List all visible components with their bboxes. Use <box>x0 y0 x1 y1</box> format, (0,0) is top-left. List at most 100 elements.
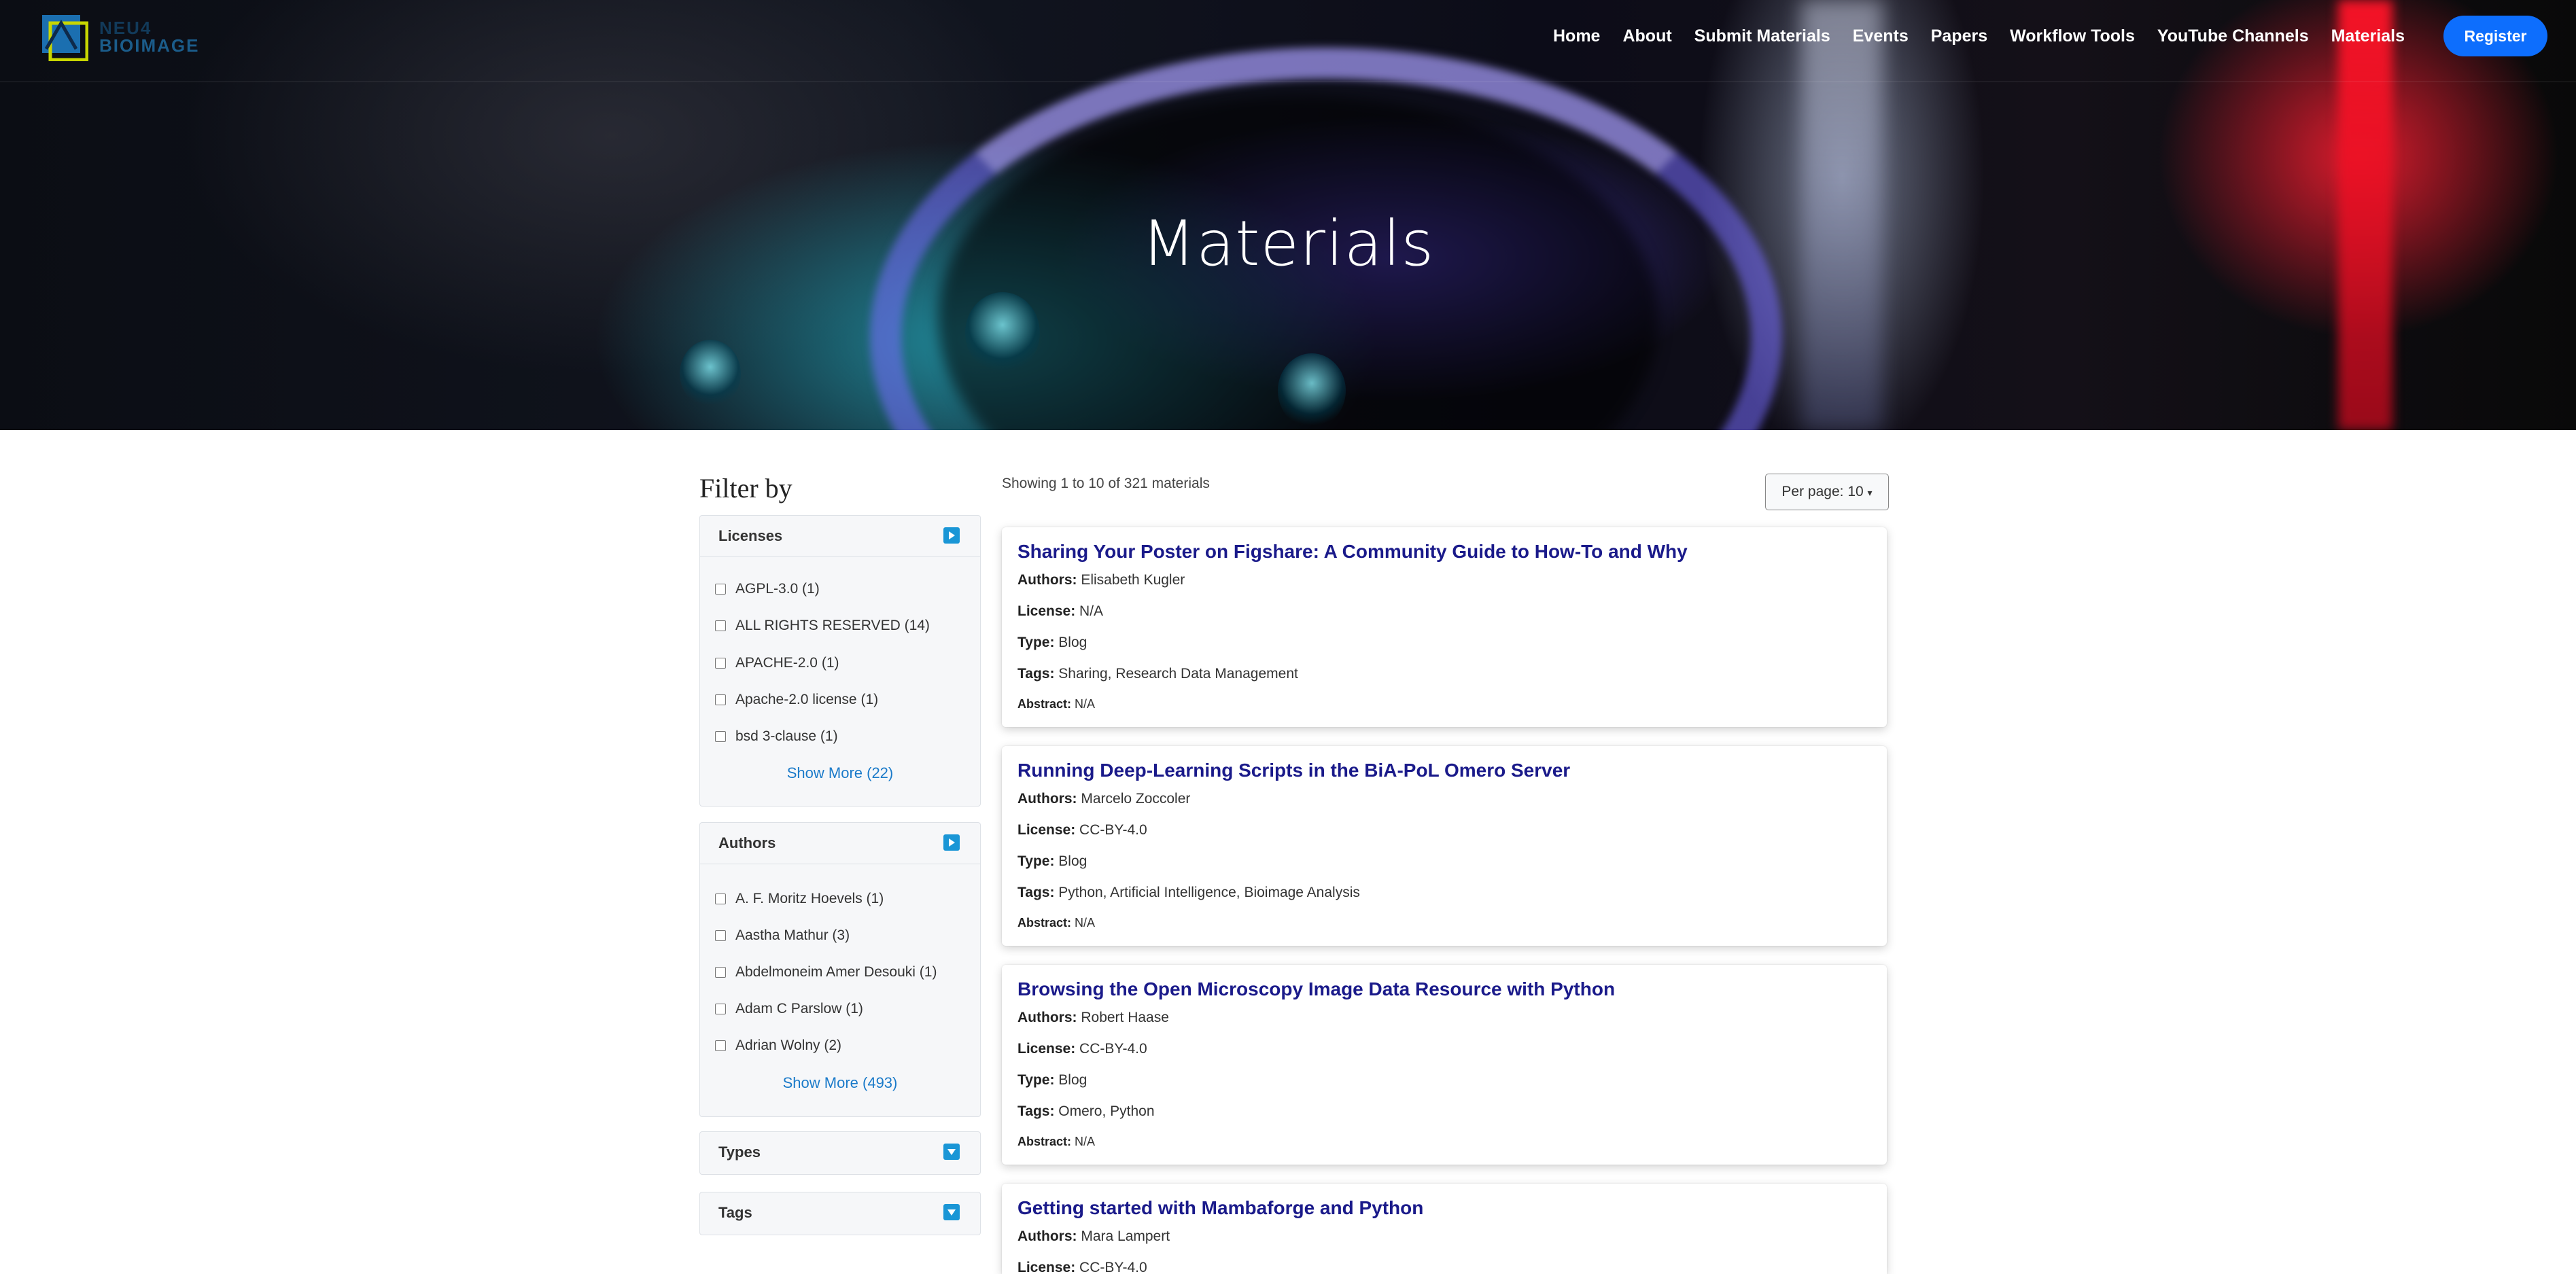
filter-option[interactable]: Apache-2.0 license (1) <box>715 692 878 708</box>
top-navbar: NEU4 BIOIMAGE Home About Submit Material… <box>0 0 2576 82</box>
nav-materials[interactable]: Materials <box>2331 24 2405 48</box>
site-logo[interactable]: NEU4 BIOIMAGE <box>41 14 201 61</box>
expand-right-icon[interactable] <box>943 834 960 851</box>
filter-option-label: APACHE-2.0 (1) <box>735 655 839 671</box>
logo-icon <box>42 15 88 61</box>
nav-events[interactable]: Events <box>1853 24 1909 48</box>
field-abstract: Abstract: N/A <box>1017 697 1095 711</box>
filter-header-authors[interactable]: Authors <box>700 823 980 864</box>
checkbox[interactable] <box>715 731 726 742</box>
nav-links: Home About Submit Materials Events Paper… <box>1531 24 2405 48</box>
register-button[interactable]: Register <box>2443 16 2547 56</box>
checkbox[interactable] <box>715 930 726 941</box>
field-value: Sharing, Research Data Management <box>1058 666 1298 682</box>
field-value: N/A <box>1075 916 1096 930</box>
caret-down-icon: ▾ <box>1867 487 1873 498</box>
checkbox[interactable] <box>715 620 726 631</box>
field-value: Robert Haase <box>1081 1010 1169 1025</box>
field-authors: Authors: Mara Lampert <box>1017 1228 1170 1245</box>
field-value: Blog <box>1058 853 1087 869</box>
filter-option-label: Adrian Wolny (2) <box>735 1038 842 1053</box>
nav-home[interactable]: Home <box>1553 24 1600 48</box>
filter-option[interactable]: Adrian Wolny (2) <box>715 1038 841 1054</box>
field-value: Marcelo Zoccoler <box>1081 791 1191 807</box>
field-label: Type: <box>1017 1072 1055 1088</box>
field-value: Omero, Python <box>1058 1103 1155 1119</box>
field-value: Blog <box>1058 1072 1087 1088</box>
nav-about[interactable]: About <box>1622 24 1671 48</box>
field-type: Type: Blog <box>1017 1072 1087 1089</box>
field-label: Type: <box>1017 853 1055 869</box>
filter-header-types[interactable]: Types <box>700 1132 980 1173</box>
filter-option-label: bsd 3-clause (1) <box>735 728 838 744</box>
filter-option[interactable]: Abdelmoneim Amer Desouki (1) <box>715 964 937 980</box>
filter-option[interactable]: APACHE-2.0 (1) <box>715 655 839 671</box>
filter-option-label: Apache-2.0 license (1) <box>735 692 879 707</box>
material-card: Sharing Your Poster on Figshare: A Commu… <box>1002 527 1887 727</box>
expand-down-icon[interactable] <box>943 1204 960 1220</box>
filter-option[interactable]: Adam C Parslow (1) <box>715 1001 863 1017</box>
field-value: N/A <box>1079 603 1104 619</box>
filter-panel-authors: Authors A. F. Moritz Hoevels (1) Aastha … <box>699 822 981 1117</box>
nav-papers[interactable]: Papers <box>1931 24 1987 48</box>
field-label: Abstract: <box>1017 916 1072 930</box>
filter-panel-licenses: Licenses AGPL-3.0 (1) ALL RIGHTS RESERVE… <box>699 515 981 807</box>
field-abstract: Abstract: N/A <box>1017 1135 1095 1149</box>
filter-heading: Tags <box>718 1204 752 1221</box>
filter-title: Filter by <box>699 473 793 503</box>
results-summary: Showing 1 to 10 of 321 materials <box>1002 476 1210 491</box>
filter-option[interactable]: Aastha Mathur (3) <box>715 927 850 944</box>
nav-submit-materials[interactable]: Submit Materials <box>1694 24 1830 48</box>
field-label: License: <box>1017 603 1076 619</box>
field-label: Tags: <box>1017 666 1055 682</box>
material-card: Running Deep-Learning Scripts in the BiA… <box>1002 746 1887 946</box>
filter-header-tags[interactable]: Tags <box>700 1192 980 1233</box>
field-label: Type: <box>1017 635 1055 650</box>
checkbox[interactable] <box>715 967 726 978</box>
checkbox[interactable] <box>715 584 726 595</box>
filter-panel-types[interactable]: Types <box>699 1131 981 1175</box>
checkbox[interactable] <box>715 1040 726 1051</box>
hero-bolt <box>1278 353 1346 428</box>
expand-right-icon[interactable] <box>943 527 960 544</box>
show-more-authors[interactable]: Show More (493) <box>700 1074 980 1092</box>
per-page-dropdown[interactable]: Per page: 10 ▾ <box>1765 474 1889 510</box>
checkbox[interactable] <box>715 694 726 705</box>
material-title-link[interactable]: Browsing the Open Microscopy Image Data … <box>1017 978 1615 1000</box>
checkbox[interactable] <box>715 893 726 904</box>
checkbox[interactable] <box>715 1004 726 1014</box>
filter-option-label: A. F. Moritz Hoevels (1) <box>735 891 884 906</box>
field-label: Tags: <box>1017 1103 1055 1119</box>
nav-workflow-tools[interactable]: Workflow Tools <box>2010 24 2135 48</box>
checkbox[interactable] <box>715 658 726 669</box>
filter-option-label: Abdelmoneim Amer Desouki (1) <box>735 964 937 980</box>
filter-heading: Licenses <box>718 527 783 544</box>
material-title-link[interactable]: Running Deep-Learning Scripts in the BiA… <box>1017 760 1570 781</box>
field-abstract: Abstract: N/A <box>1017 916 1095 930</box>
filter-option[interactable]: bsd 3-clause (1) <box>715 728 838 745</box>
filter-option-label: ALL RIGHTS RESERVED (14) <box>735 618 930 633</box>
filter-option-label: AGPL-3.0 (1) <box>735 581 820 597</box>
expand-down-icon[interactable] <box>943 1144 960 1160</box>
filter-heading: Types <box>718 1144 761 1161</box>
filter-header-licenses[interactable]: Licenses <box>700 516 980 557</box>
field-label: License: <box>1017 1260 1076 1274</box>
show-more-licenses[interactable]: Show More (22) <box>700 764 980 782</box>
field-value: Mara Lampert <box>1081 1228 1170 1244</box>
field-authors: Authors: Elisabeth Kugler <box>1017 572 1185 588</box>
field-type: Type: Blog <box>1017 853 1087 870</box>
logo-wordmark-line2: BIOIMAGE <box>99 35 200 56</box>
filter-option[interactable]: AGPL-3.0 (1) <box>715 581 820 597</box>
material-title-link[interactable]: Sharing Your Poster on Figshare: A Commu… <box>1017 541 1688 563</box>
field-license: License: CC-BY-4.0 <box>1017 1260 1147 1274</box>
material-title-link[interactable]: Getting started with Mambaforge and Pyth… <box>1017 1197 1423 1219</box>
filter-panel-tags[interactable]: Tags <box>699 1192 981 1235</box>
field-label: License: <box>1017 822 1076 838</box>
filter-option[interactable]: ALL RIGHTS RESERVED (14) <box>715 618 930 634</box>
field-label: Authors: <box>1017 1228 1077 1244</box>
nav-youtube-channels[interactable]: YouTube Channels <box>2157 24 2309 48</box>
field-label: Tags: <box>1017 885 1055 900</box>
field-label: Abstract: <box>1017 1135 1072 1148</box>
field-license: License: CC-BY-4.0 <box>1017 822 1147 838</box>
filter-option[interactable]: A. F. Moritz Hoevels (1) <box>715 891 884 907</box>
